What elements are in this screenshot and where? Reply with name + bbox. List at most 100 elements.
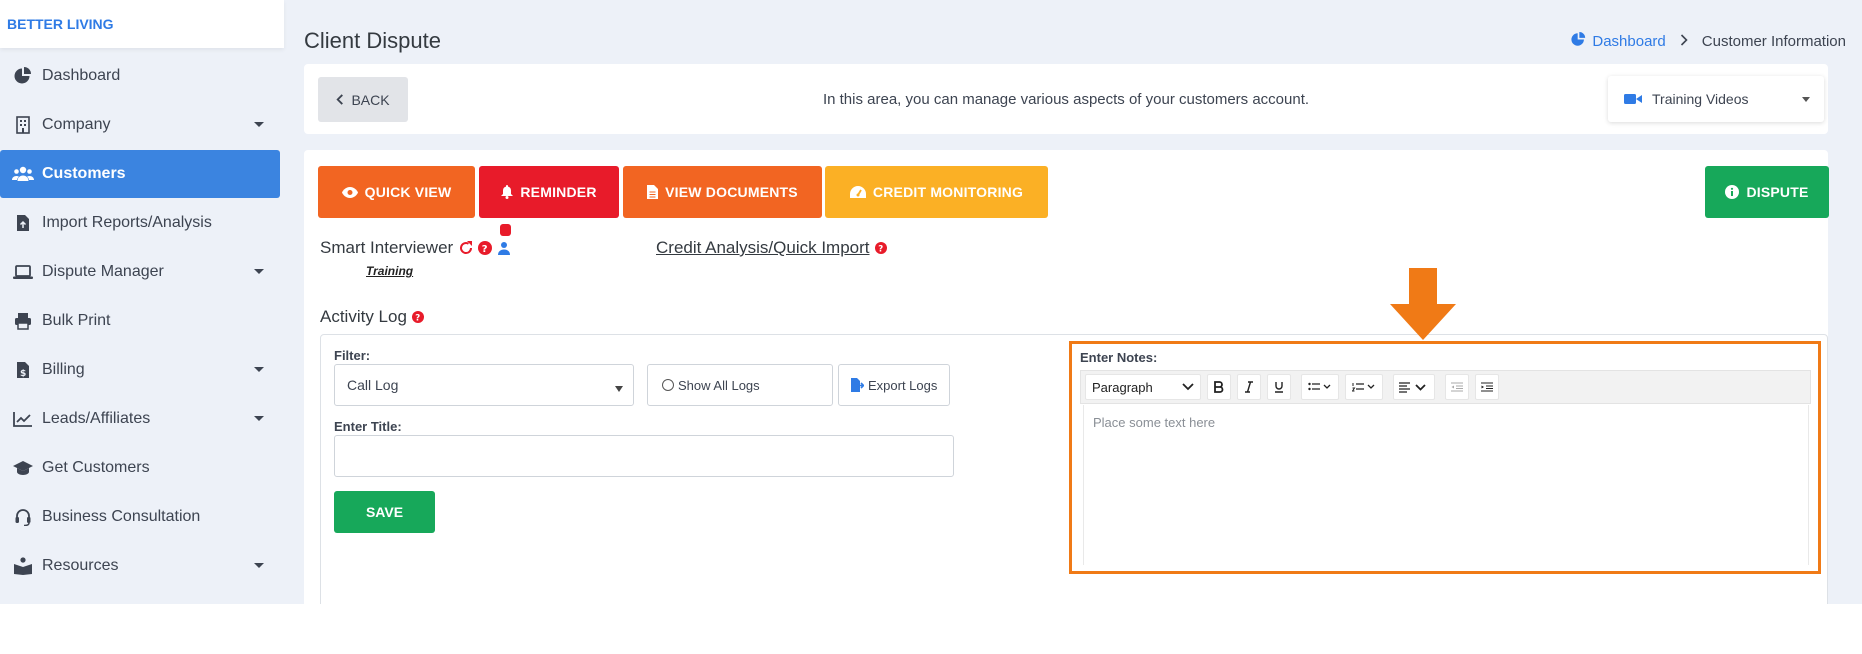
invoice-dollar-icon: $ — [12, 359, 34, 381]
training-link[interactable]: Training — [366, 264, 413, 278]
video-camera-icon — [1624, 94, 1642, 104]
headset-icon — [12, 506, 34, 528]
svg-text:?: ? — [878, 244, 883, 254]
eye-icon — [341, 186, 358, 198]
laptop-icon — [12, 261, 34, 283]
activity-log-label: Activity Log — [320, 307, 407, 326]
chart-line-icon — [12, 408, 34, 430]
training-videos-label: Training Videos — [1652, 91, 1749, 107]
info-circle-icon — [1725, 185, 1740, 199]
chevron-down-icon — [615, 386, 623, 392]
sidebar-item-label: Dispute Manager — [42, 263, 164, 280]
filter-select-value: Call Log — [347, 377, 399, 393]
breadcrumb-dashboard-link[interactable]: Dashboard — [1592, 33, 1665, 50]
chevron-down-icon — [254, 269, 264, 274]
credit-monitoring-label: CREDIT MONITORING — [872, 184, 1024, 200]
help-icon[interactable]: ? — [478, 241, 493, 255]
sidebar-item-leads-affiliates[interactable]: Leads/Affiliates — [0, 395, 284, 443]
radio-circle-icon — [662, 379, 674, 391]
chevron-down-icon — [1802, 97, 1810, 102]
gauge-icon — [849, 186, 866, 198]
sidebar-item-label: Leads/Affiliates — [42, 410, 151, 427]
sidebar-item-label: Business Consultation — [42, 508, 201, 525]
smart-interviewer: Smart Interviewer ? — [320, 224, 512, 258]
printer-icon — [12, 310, 34, 332]
book-reader-icon — [12, 555, 34, 577]
training-videos-select[interactable]: Training Videos — [1608, 76, 1824, 122]
view-documents-button[interactable]: VIEW DOCUMENTS — [623, 166, 822, 218]
notification-badge — [500, 224, 512, 236]
svg-text:?: ? — [415, 313, 420, 323]
sidebar-item-company[interactable]: Company — [0, 101, 284, 149]
export-logs-label: Export Logs — [868, 377, 938, 393]
brand-logo[interactable]: BETTER LIVING — [0, 0, 284, 48]
reminder-button[interactable]: REMINDER — [479, 166, 619, 218]
users-icon — [12, 163, 34, 185]
quick-view-button[interactable]: QUICK VIEW — [318, 166, 475, 218]
sidebar-item-label: Dashboard — [42, 67, 121, 84]
graduation-cap-icon — [12, 457, 34, 479]
app-window: BETTER LIVING Dashboard Company Customer — [0, 0, 1862, 604]
chevron-right-icon — [1680, 34, 1688, 49]
chevron-down-icon — [254, 122, 264, 127]
dashboard-pie-icon — [1571, 32, 1586, 51]
sidebar-item-get-customers[interactable]: Get Customers — [0, 444, 284, 492]
credit-monitoring-button[interactable]: CREDIT MONITORING — [825, 166, 1048, 218]
chevron-down-icon — [254, 367, 264, 372]
sidebar-item-resources[interactable]: Resources — [0, 542, 284, 590]
view-documents-label: VIEW DOCUMENTS — [665, 184, 798, 200]
svg-text:?: ? — [482, 244, 488, 255]
breadcrumb: Dashboard Customer Information — [1571, 32, 1846, 51]
enter-title-label: Enter Title: — [334, 419, 402, 434]
sidebar-item-billing[interactable]: $ Billing — [0, 346, 284, 394]
sidebar-item-dashboard[interactable]: Dashboard — [0, 52, 284, 100]
show-all-logs-label: Show All Logs — [678, 377, 760, 393]
sidebar-item-dispute-manager[interactable]: Dispute Manager — [0, 248, 284, 296]
file-export-icon — [851, 378, 864, 392]
file-import-icon — [12, 212, 34, 234]
sidebar-item-label: Resources — [42, 557, 119, 574]
help-icon[interactable]: ? — [411, 311, 424, 323]
filter-label: Filter: — [334, 348, 371, 363]
top-card: BACK In this area, you can manage variou… — [304, 64, 1828, 134]
quick-view-label: QUICK VIEW — [364, 184, 452, 200]
sidebar-item-label: Billing — [42, 361, 85, 378]
export-logs-button[interactable]: Export Logs — [838, 364, 950, 406]
highlight-frame — [1069, 341, 1821, 574]
user-badge-icon[interactable] — [497, 224, 512, 255]
sidebar-item-bulk-print[interactable]: Bulk Print — [0, 297, 284, 345]
page-title: Client Dispute — [304, 28, 441, 53]
sidebar-item-label: Customers — [42, 165, 126, 182]
reminder-label: REMINDER — [520, 184, 597, 200]
svg-text:$: $ — [20, 369, 26, 379]
chevron-down-icon — [254, 416, 264, 421]
sidebar-item-label: Get Customers — [42, 459, 150, 476]
sidebar-item-business-consultation[interactable]: Business Consultation — [0, 493, 284, 541]
credit-analysis-label: Credit Analysis/Quick Import — [656, 238, 870, 257]
bell-icon — [501, 185, 514, 199]
refresh-icon[interactable] — [459, 241, 473, 255]
sidebar-item-import-reports[interactable]: Import Reports/Analysis — [0, 199, 284, 247]
sidebar-item-customers[interactable]: Customers — [0, 150, 280, 198]
help-icon[interactable]: ? — [874, 242, 887, 254]
sidebar-item-label: Company — [42, 116, 111, 133]
sidebar-item-label: Import Reports/Analysis — [42, 214, 212, 231]
dispute-button[interactable]: DISPUTE — [1705, 166, 1829, 218]
save-button[interactable]: SAVE — [334, 491, 435, 533]
dashboard-pie-icon — [12, 65, 34, 87]
info-text: In this area, you can manage various asp… — [822, 91, 1310, 108]
credit-analysis-link[interactable]: Credit Analysis/Quick Import ? — [656, 238, 887, 258]
sidebar: BETTER LIVING Dashboard Company Customer — [0, 0, 284, 604]
filter-select[interactable]: Call Log — [334, 364, 634, 406]
sidebar-item-label: Bulk Print — [42, 312, 111, 329]
title-input[interactable] — [334, 435, 954, 477]
activity-log-title: Activity Log ? — [320, 307, 424, 327]
building-icon — [12, 114, 34, 136]
show-all-logs-radio[interactable]: Show All Logs — [647, 364, 833, 406]
chevron-down-icon — [254, 563, 264, 568]
file-icon — [647, 185, 659, 199]
dispute-label: DISPUTE — [1746, 184, 1809, 200]
breadcrumb-current: Customer Information — [1701, 33, 1846, 50]
arrow-down-icon — [1390, 268, 1456, 345]
sidebar-nav: Dashboard Company Customers Import Repor… — [0, 52, 284, 591]
